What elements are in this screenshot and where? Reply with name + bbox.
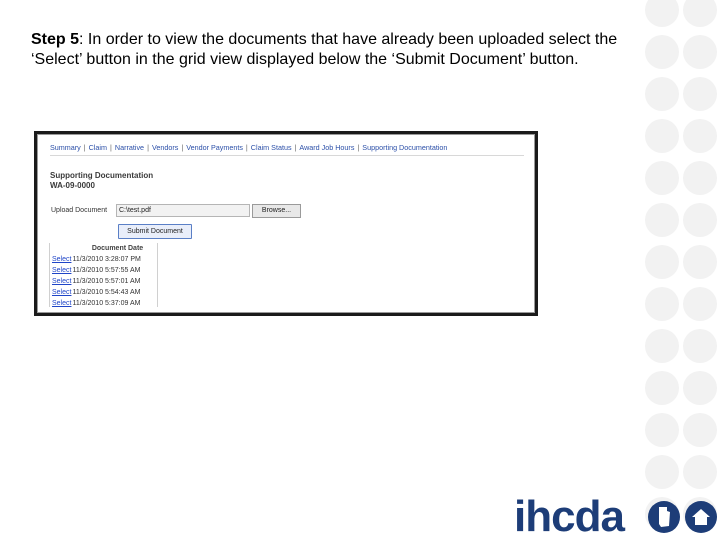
submit-document-button[interactable]: Submit Document [118, 224, 192, 239]
background-dot [683, 0, 717, 27]
document-date: 11/3/2010 5:57:55 AM [72, 267, 141, 274]
background-dot-pattern [645, 0, 717, 531]
nav-separator: | [245, 143, 248, 152]
nav-separator: | [110, 143, 112, 152]
background-dot [683, 455, 717, 489]
documents-grid: Document Date Select11/3/2010 3:28:07 PM… [49, 243, 158, 307]
background-dot [645, 455, 679, 489]
nav-bar: Summary | Claim | Narrative | Vendors | Vendor P… [50, 143, 447, 152]
nav-separator: | [83, 143, 86, 152]
background-dot [683, 161, 717, 195]
screenshot-frame: Summary | Claim | Narrative | Vendors | Vendor P… [34, 131, 538, 316]
background-dot [645, 287, 679, 321]
background-dot [683, 245, 717, 279]
nav-item-award-job-hours[interactable]: Award Job Hours [299, 143, 354, 152]
table-row: Select11/3/2010 5:54:43 AM [50, 287, 157, 298]
logo-wordmark: ihcda [514, 492, 625, 541]
ihcda-logo: ihcda [514, 492, 720, 541]
table-row: Select11/3/2010 5:57:55 AM [50, 265, 157, 276]
background-dot [645, 413, 679, 447]
background-dot [645, 245, 679, 279]
table-row: Select11/3/2010 5:57:01 AM [50, 276, 157, 287]
page-title: Supporting Documentation [50, 171, 154, 180]
select-link[interactable]: Select [52, 267, 71, 274]
step-label: Step 5 [31, 31, 80, 48]
step-instruction: Step 5: In order to view the documents t… [31, 30, 631, 70]
background-dot [645, 0, 679, 27]
screenshot-content: Summary | Claim | Narrative | Vendors | Vendor P… [37, 134, 535, 313]
step-body: : In order to view the documents that ha… [31, 31, 618, 68]
nav-separator: | [147, 143, 149, 152]
browse-button[interactable]: Browse... [252, 204, 301, 218]
table-row: Select11/3/2010 3:28:07 PM [50, 254, 157, 265]
background-dot [683, 77, 717, 111]
background-dot [683, 35, 717, 69]
nav-item-narrative[interactable]: Narrative [115, 143, 144, 152]
select-link[interactable]: Select [52, 289, 71, 296]
background-dot [683, 371, 717, 405]
nav-divider [50, 155, 524, 156]
nav-item-supporting-documentation[interactable]: Supporting Documentation [362, 143, 447, 152]
document-date: 11/3/2010 3:28:07 PM [72, 256, 141, 263]
background-dot [645, 203, 679, 237]
background-dot [683, 413, 717, 447]
background-dot [645, 35, 679, 69]
nav-item-claim-status[interactable]: Claim Status [251, 143, 292, 152]
background-dot [683, 203, 717, 237]
background-dot [683, 119, 717, 153]
background-dot [683, 287, 717, 321]
nav-separator: | [181, 143, 184, 152]
background-dot [645, 161, 679, 195]
select-link[interactable]: Select [52, 300, 71, 307]
nav-item-claim[interactable]: Claim [89, 143, 107, 152]
background-dot [683, 329, 717, 363]
select-link[interactable]: Select [52, 278, 71, 285]
indiana-state-icon [648, 501, 680, 533]
background-dot [645, 371, 679, 405]
document-date: 11/3/2010 5:54:43 AM [72, 289, 141, 296]
upload-document-field[interactable]: C:\test.pdf [116, 204, 250, 217]
select-link[interactable]: Select [52, 256, 71, 263]
grid-header-document-date: Document Date [91, 245, 144, 252]
document-date: 11/3/2010 5:37:09 AM [72, 300, 141, 307]
page-subtitle: WA-09-0000 [50, 181, 95, 190]
nav-item-summary[interactable]: Summary [50, 143, 81, 152]
table-row: Select11/3/2010 5:37:09 AM [50, 298, 157, 307]
background-dot [645, 329, 679, 363]
background-dot [645, 119, 679, 153]
nav-item-vendors[interactable]: Vendors [152, 143, 178, 152]
document-date: 11/3/2010 5:57:01 AM [72, 278, 141, 285]
nav-item-vendor-payments[interactable]: Vendor Payments [186, 143, 243, 152]
upload-document-label: Upload Document [51, 207, 108, 214]
nav-separator: | [294, 143, 297, 152]
house-icon [685, 501, 717, 533]
nav-separator: | [357, 143, 360, 152]
background-dot [645, 77, 679, 111]
